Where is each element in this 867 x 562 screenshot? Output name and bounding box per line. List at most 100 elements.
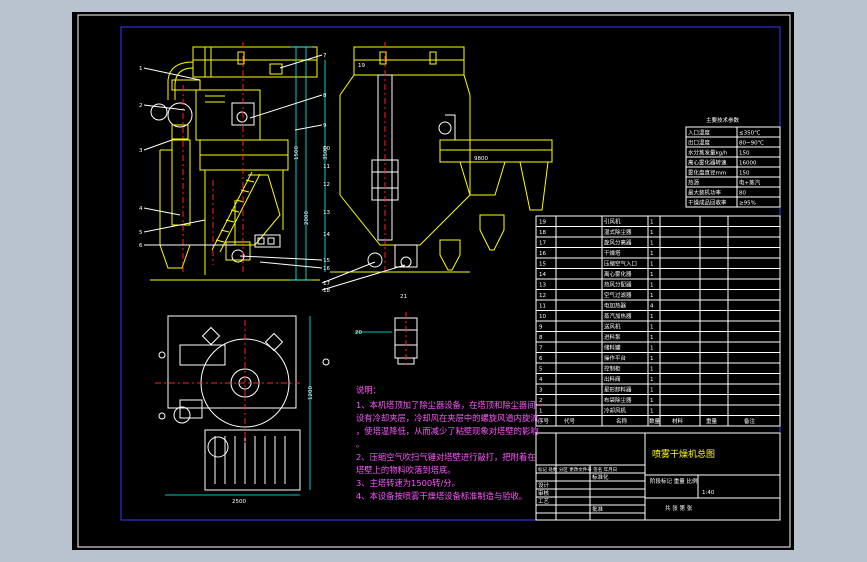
tb-scale: 1:40 bbox=[702, 490, 715, 496]
part-qty: 1 bbox=[650, 262, 654, 268]
param-name: 离心雾化器转速 bbox=[688, 159, 727, 167]
part-name: 离心雾化器 bbox=[604, 270, 632, 278]
balloon: 14 bbox=[323, 232, 330, 238]
notes-title: 说明： bbox=[356, 385, 381, 395]
part-number: 16 bbox=[539, 251, 546, 257]
part-qty: 1 bbox=[650, 220, 654, 226]
part-qty: 1 bbox=[650, 388, 654, 394]
parts-header-cell: 材料 bbox=[672, 417, 684, 425]
part-number: 8 bbox=[539, 335, 543, 341]
param-value: 150 bbox=[739, 151, 750, 157]
balloon: 13 bbox=[323, 210, 330, 216]
part-qty: 1 bbox=[650, 346, 654, 352]
part-qty: 1 bbox=[650, 409, 654, 415]
balloon: 4 bbox=[139, 206, 143, 212]
drawing-title: 喷雾干燥机总图 bbox=[652, 448, 715, 460]
balloon: 7 bbox=[323, 53, 327, 59]
param-name: 最大装机功率 bbox=[688, 189, 722, 197]
tb-sheet: 共 张 第 张 bbox=[665, 504, 693, 512]
part-qty: 1 bbox=[650, 335, 654, 341]
tb-process: 工艺 bbox=[538, 498, 550, 505]
balloon: 16 bbox=[323, 266, 330, 272]
balloon: 11 bbox=[323, 164, 330, 170]
parts-header-cell: 备注 bbox=[744, 417, 756, 425]
part-number: 13 bbox=[539, 283, 546, 289]
dim-text: 1200 bbox=[308, 386, 314, 400]
part-name: 热风分配器 bbox=[604, 281, 632, 289]
part-name: 进料泵 bbox=[604, 333, 621, 341]
part-name: 引风机 bbox=[604, 218, 621, 226]
part-qty: 1 bbox=[650, 356, 654, 362]
part-number: 1 bbox=[539, 409, 543, 415]
dim-text: 9800 bbox=[474, 156, 488, 162]
part-qty: 1 bbox=[650, 283, 654, 289]
param-value: 80~90℃ bbox=[739, 140, 764, 147]
dim-text: 3500 bbox=[323, 146, 329, 160]
part-qty: 1 bbox=[650, 398, 654, 404]
part-qty: 1 bbox=[650, 325, 654, 331]
dim-text: 2000 bbox=[304, 211, 310, 225]
param-value: 电+蒸汽 bbox=[739, 179, 761, 187]
part-name: 控制柜 bbox=[604, 365, 621, 373]
parts-header-cell: 数量 bbox=[649, 417, 661, 425]
part-number: 12 bbox=[539, 293, 546, 299]
part-number: 6 bbox=[539, 356, 543, 362]
part-name: 旋风分离器 bbox=[604, 239, 632, 247]
part-qty: 1 bbox=[650, 251, 654, 257]
balloon: 18 bbox=[323, 288, 330, 294]
part-qty: 1 bbox=[650, 272, 654, 278]
part-name: 空气过滤器 bbox=[604, 291, 632, 299]
part-qty: 1 bbox=[650, 293, 654, 299]
part-number: 9 bbox=[539, 325, 543, 331]
part-qty: 1 bbox=[650, 367, 654, 373]
balloon: 17 bbox=[323, 281, 330, 287]
parts-header-cell: 名称 bbox=[616, 417, 628, 425]
param-value: ≤350℃ bbox=[739, 130, 760, 137]
part-name: 电加热器 bbox=[604, 302, 627, 310]
part-name: 出料阀 bbox=[604, 375, 621, 383]
balloon: 19 bbox=[358, 63, 365, 69]
part-name: 送风机 bbox=[604, 323, 621, 331]
part-number: 15 bbox=[539, 262, 546, 268]
balloon: 1 bbox=[139, 66, 143, 72]
param-value: 16000 bbox=[739, 161, 757, 167]
part-qty: 1 bbox=[650, 230, 654, 236]
balloon: 20 bbox=[355, 330, 362, 336]
part-number: 5 bbox=[539, 367, 543, 373]
params-header: 主要技术参数 bbox=[706, 116, 740, 124]
tb-stage: 阶段标记 重量 比例 bbox=[650, 477, 698, 485]
tb-design: 设计 bbox=[538, 481, 550, 489]
param-name: 出口温度 bbox=[688, 139, 711, 147]
parts-header-cell: 代号 bbox=[564, 417, 576, 425]
balloon: 8 bbox=[323, 93, 327, 99]
dim-text: 1500 bbox=[294, 146, 300, 160]
part-name: 操作平台 bbox=[604, 354, 627, 362]
part-number: 17 bbox=[539, 241, 546, 247]
param-name: 热源 bbox=[688, 179, 700, 187]
part-number: 2 bbox=[539, 398, 543, 404]
part-qty: 1 bbox=[650, 377, 654, 383]
param-name: 干燥成品回收率 bbox=[688, 199, 727, 207]
cad-viewport[interactable]: 1 2 3 4 5 6 7 8 9 10 11 12 13 14 15 16 1… bbox=[0, 0, 867, 562]
param-name: 雾化盘直径mm bbox=[688, 169, 726, 177]
revision-row: 标记 处数 分区 更改文件号 签名 年月日 bbox=[538, 466, 617, 473]
part-name: 储料罐 bbox=[604, 344, 621, 352]
tb-approve: 批准 bbox=[592, 505, 604, 513]
parts-header-cell: 序号 bbox=[538, 417, 550, 425]
parts-header-cell: 重量 bbox=[706, 417, 718, 425]
part-number: 10 bbox=[539, 314, 546, 320]
dim-text: 2500 bbox=[232, 499, 246, 505]
part-name: 蒸汽加热器 bbox=[604, 312, 632, 320]
tb-standard: 标准化 bbox=[592, 473, 609, 481]
part-number: 19 bbox=[539, 220, 546, 226]
parts-list: 19 引风机 118 湿式除尘器 117 旋风分离器 116 干燥塔 115 压缩空气入口 114 离… bbox=[535, 215, 781, 427]
balloon: 5 bbox=[139, 230, 143, 236]
part-name: 冷却风机 bbox=[604, 407, 627, 415]
part-number: 18 bbox=[539, 230, 546, 236]
tb-review: 审核 bbox=[538, 489, 550, 497]
part-number: 4 bbox=[539, 377, 543, 383]
balloon: 6 bbox=[139, 243, 143, 249]
part-name: 干燥塔 bbox=[604, 249, 621, 257]
param-name: 入口温度 bbox=[688, 129, 711, 137]
param-value: ≥95% bbox=[739, 201, 756, 207]
